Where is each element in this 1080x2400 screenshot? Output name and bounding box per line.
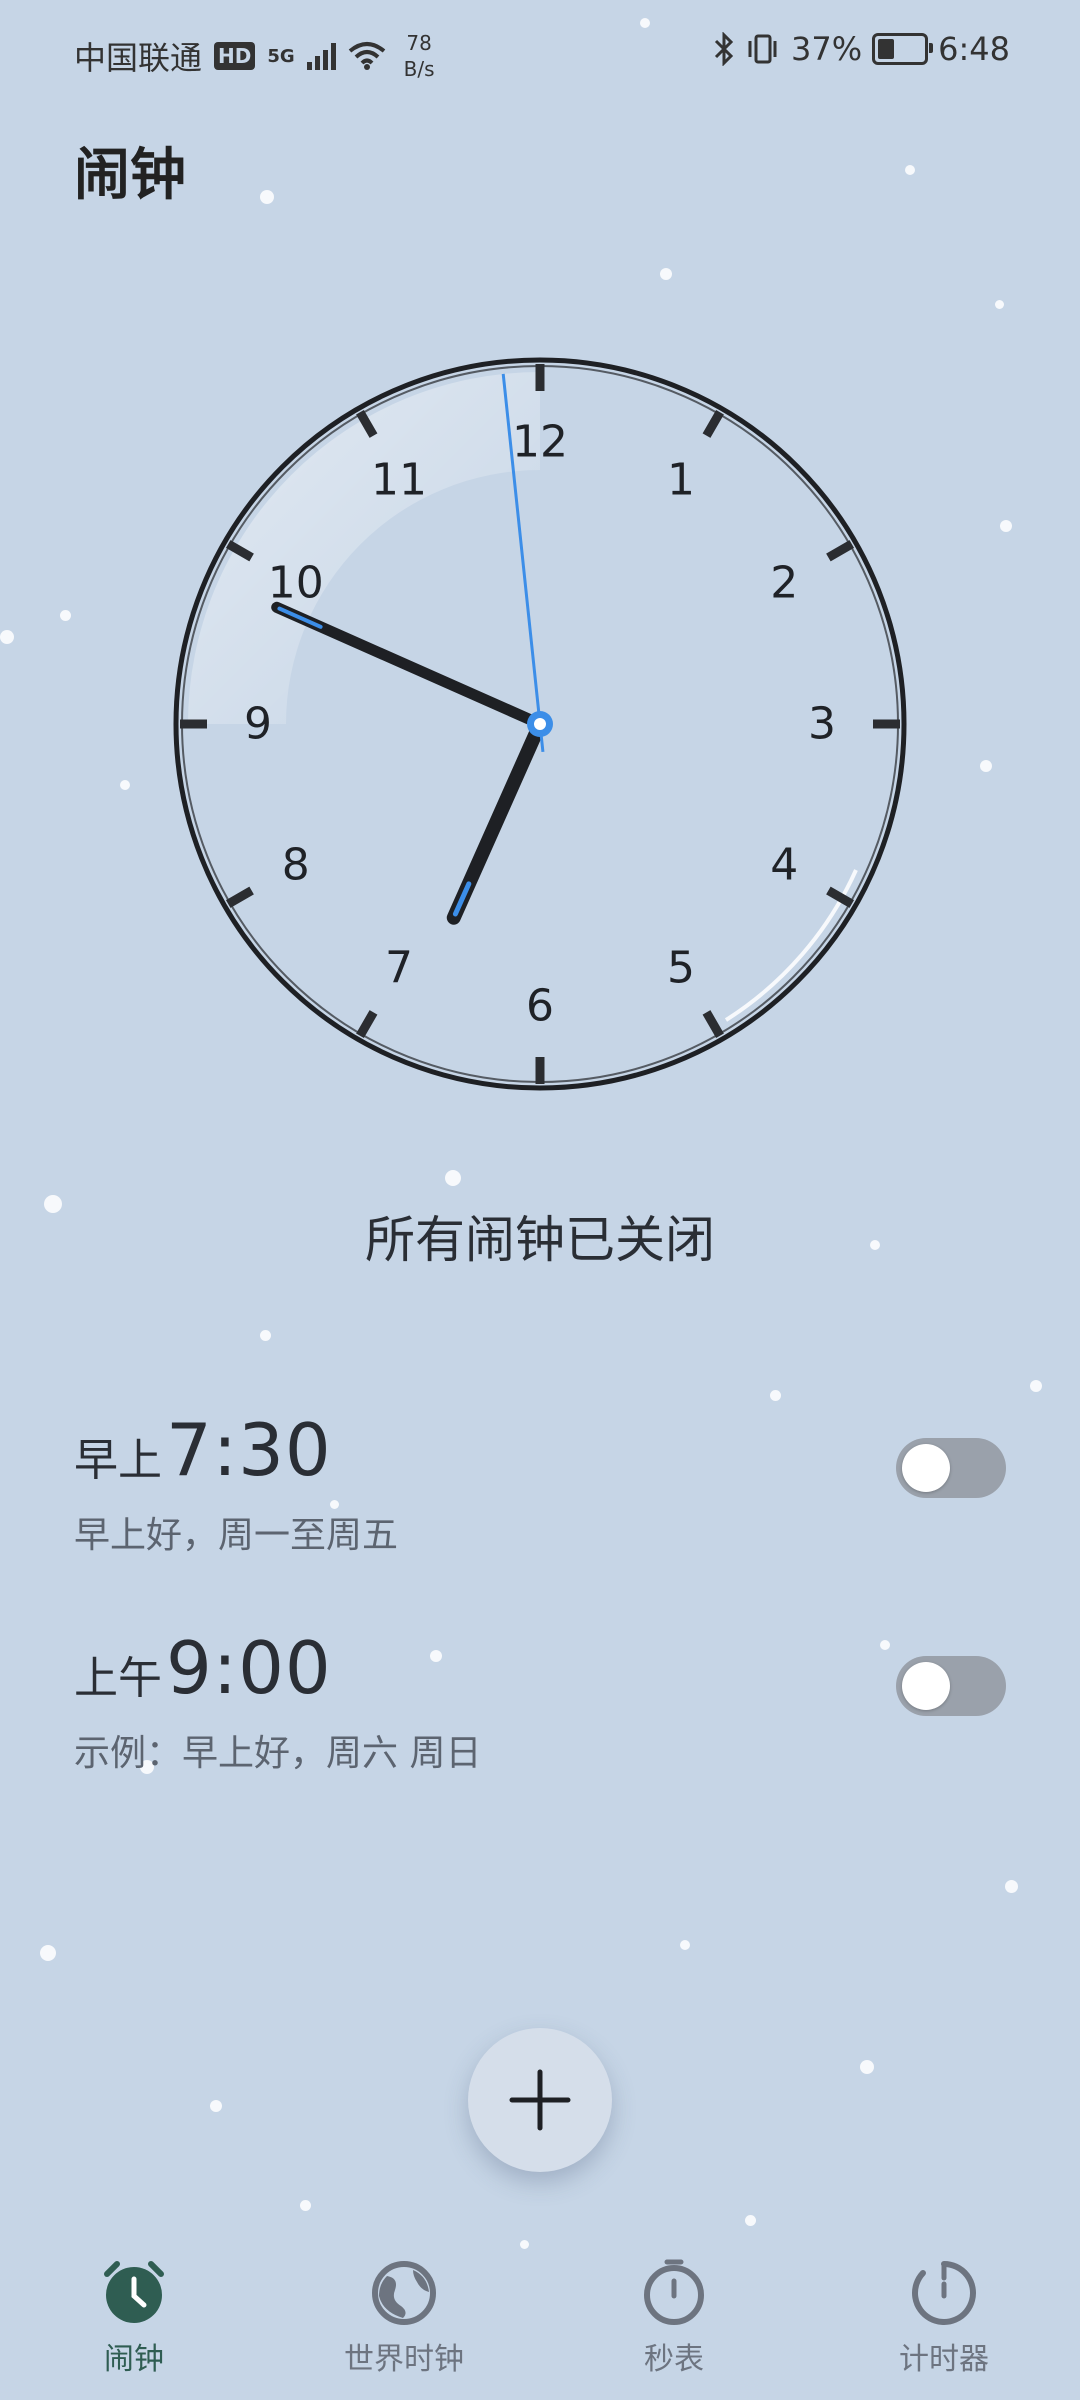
clock-tick xyxy=(702,1010,724,1039)
analog-clock: 121234567891011 xyxy=(173,357,907,1091)
alarm-item[interactable]: 早上 7:30 早上好，周一至周五 xyxy=(74,1408,1006,1568)
toggle-knob xyxy=(902,1444,950,1492)
tab-label: 闹钟 xyxy=(104,2342,164,2377)
alarm-period: 早上 xyxy=(74,1435,162,1486)
battery-percent: 37% xyxy=(791,30,863,68)
clock-number: 6 xyxy=(526,981,554,1032)
clock-number: 5 xyxy=(667,943,695,994)
clock-tick xyxy=(356,1010,378,1039)
tab-label: 计时器 xyxy=(899,2342,989,2377)
clock-number: 3 xyxy=(808,699,836,750)
clock-number: 8 xyxy=(282,840,310,891)
clock-tick xyxy=(826,540,855,562)
tab-stopwatch[interactable]: 秒表 xyxy=(574,2256,774,2378)
clock-tick xyxy=(702,409,724,438)
clock-center-dot xyxy=(534,718,546,730)
carrier-name: 中国联通 xyxy=(74,39,203,77)
tab-world-clock[interactable]: 世界时钟 xyxy=(304,2256,504,2378)
net-speed-value: 78 xyxy=(406,31,432,55)
clock-tick xyxy=(826,886,855,908)
alarm-description: 早上好，周一至周五 xyxy=(74,1515,399,1556)
globe-icon xyxy=(372,2261,436,2325)
bottom-tab-bar: 闹钟 世界时钟 秒表 计时器 xyxy=(0,2250,1080,2400)
status-bar: 中国联通 HD 5G 78 B/s 37% 6:48 xyxy=(0,0,1080,110)
clock-number: 1 xyxy=(667,454,695,505)
alarm-clock-icon xyxy=(104,2261,164,2323)
signal-icon xyxy=(306,42,336,70)
alarm-time-row: 上午 9:00 xyxy=(74,1626,1006,1710)
alarm-item[interactable]: 上午 9:00 示例：早上好，周六 周日 xyxy=(74,1626,1006,1786)
status-time: 6:48 xyxy=(938,30,1010,68)
add-alarm-button[interactable] xyxy=(468,2028,612,2172)
alarm-description: 示例：早上好，周六 周日 xyxy=(74,1733,482,1774)
alarm-time: 7:30 xyxy=(166,1408,332,1492)
tab-timer[interactable]: 计时器 xyxy=(844,2256,1044,2378)
page-title: 闹钟 xyxy=(74,143,186,208)
alarm-toggle[interactable] xyxy=(896,1656,1006,1716)
battery-icon xyxy=(872,33,934,65)
net-speed-unit: B/s xyxy=(403,57,435,81)
net-speed: 78 B/s xyxy=(404,30,435,82)
toggle-knob xyxy=(902,1662,950,1710)
clock-number: 7 xyxy=(385,943,413,994)
all-alarms-off-text: 所有闹钟已关闭 xyxy=(365,1211,715,1269)
bluetooth-icon xyxy=(714,32,734,66)
alarm-time: 9:00 xyxy=(166,1626,332,1710)
clock-number: 11 xyxy=(371,454,427,505)
timer-icon xyxy=(912,2261,976,2325)
clock-number: 10 xyxy=(268,558,324,609)
hd-badge: HD xyxy=(214,42,256,70)
wifi-icon xyxy=(348,42,385,70)
tab-label: 秒表 xyxy=(644,2342,704,2377)
tab-alarm[interactable]: 闹钟 xyxy=(34,2256,234,2378)
stopwatch-icon xyxy=(644,2259,704,2325)
vibrate-icon xyxy=(748,34,777,64)
clock-number: 4 xyxy=(770,840,798,891)
alarm-time-row: 早上 7:30 xyxy=(74,1408,1006,1492)
clock-tick xyxy=(225,886,254,908)
clock-number: 9 xyxy=(244,699,272,750)
plus-icon xyxy=(509,2069,571,2131)
clock-number: 12 xyxy=(512,417,568,468)
status-left: 中国联通 HD 5G 78 B/s xyxy=(74,30,435,82)
status-right: 37% 6:48 xyxy=(713,30,1010,68)
network-type: 5G xyxy=(267,45,295,67)
clock-number: 2 xyxy=(770,558,798,609)
alarm-period: 上午 xyxy=(74,1653,162,1704)
alarm-toggle[interactable] xyxy=(896,1438,1006,1498)
tab-label: 世界时钟 xyxy=(344,2342,464,2377)
